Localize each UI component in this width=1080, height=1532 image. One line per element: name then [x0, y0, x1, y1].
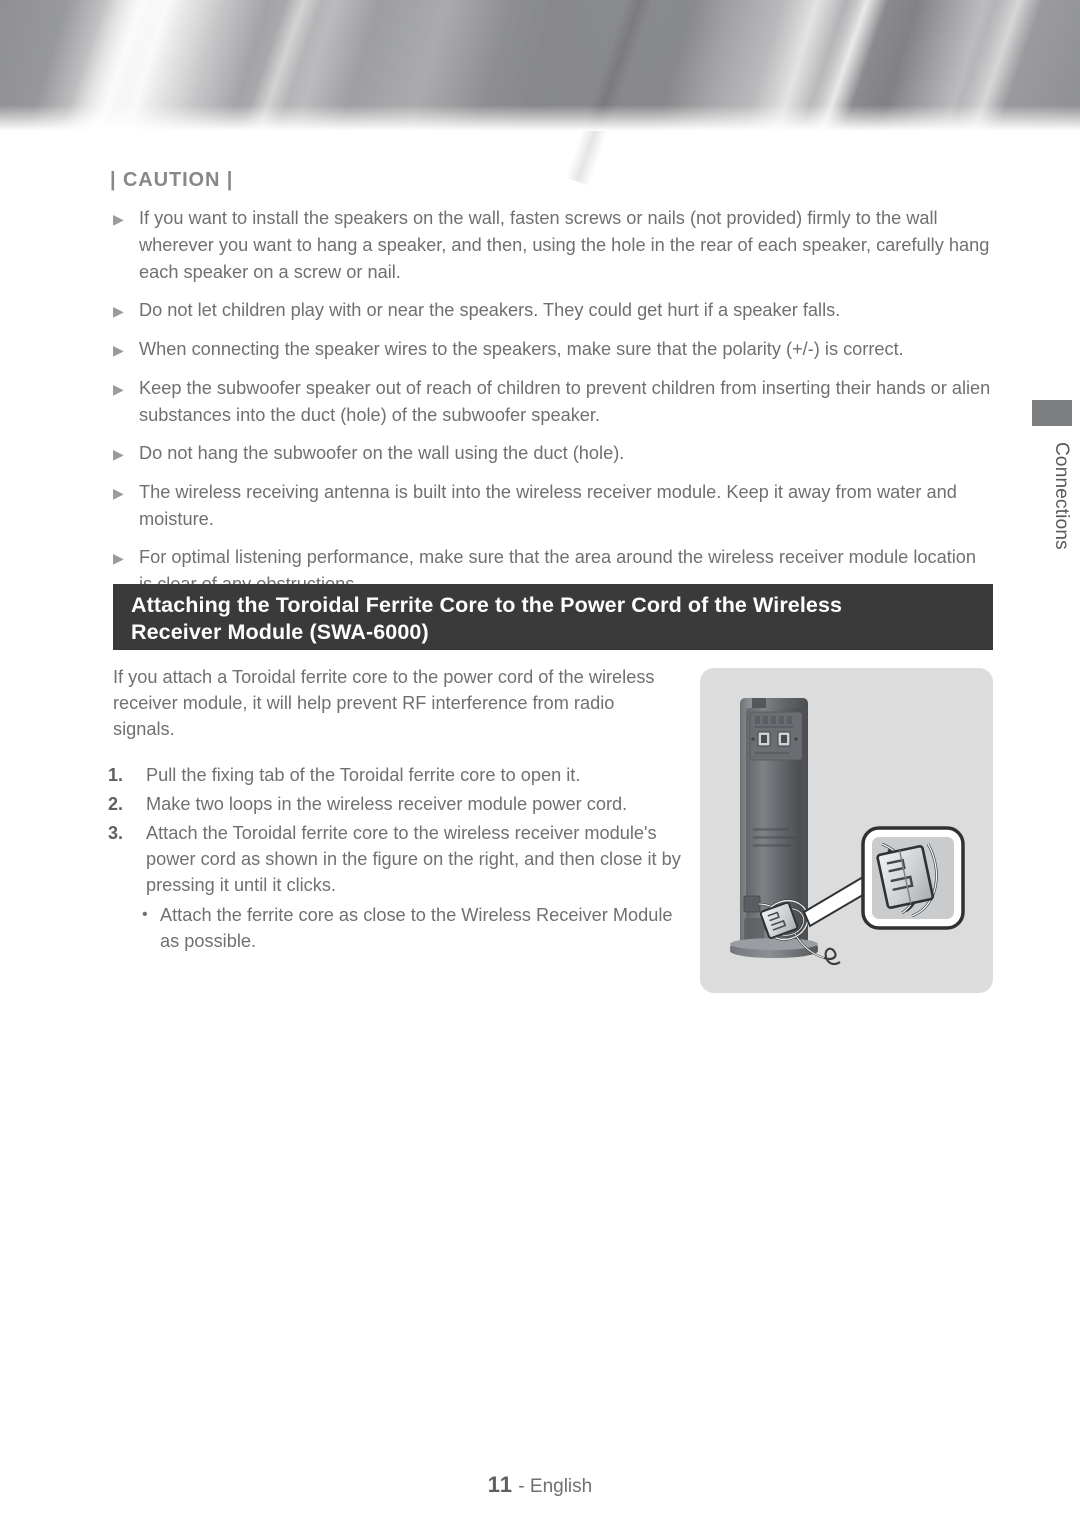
page-footer: 11 - English — [0, 1472, 1080, 1498]
ferrite-core-detail — [876, 845, 935, 909]
step-number: 3. — [108, 823, 124, 843]
section-intro-paragraph: If you attach a Toroidal ferrite core to… — [113, 667, 655, 739]
list-item: ▶ Do not hang the subwoofer on the wall … — [113, 440, 993, 468]
list-item: ▶ If you want to install the speakers on… — [113, 205, 993, 286]
list-item-text: When connecting the speaker wires to the… — [139, 339, 904, 359]
caution-list: ▶ If you want to install the speakers on… — [113, 205, 993, 648]
triangle-bullet-icon: ▶ — [113, 303, 124, 319]
page-number: 11 — [487, 1472, 514, 1497]
triangle-bullet-icon: ▶ — [113, 485, 124, 501]
list-item: ▶ When connecting the speaker wires to t… — [113, 336, 993, 364]
wireless-receiver-module-illustration — [730, 698, 965, 966]
banner-highlight-streak — [785, 0, 898, 191]
section-side-tab: Connections — [1032, 400, 1072, 550]
step-number: 2. — [108, 794, 124, 814]
footer-language: English — [529, 1476, 593, 1497]
caution-heading: | CAUTION | — [110, 169, 234, 191]
section-header-bar: Attaching the Toroidal Ferrite Core to t… — [113, 584, 993, 650]
list-item-text: Do not hang the subwoofer on the wall us… — [139, 443, 625, 463]
page-header-banner — [0, 0, 1080, 201]
step-number: 1. — [108, 765, 124, 785]
banner-shadow-streak — [565, 0, 665, 186]
step-text: Pull the fixing tab of the Toroidal ferr… — [146, 765, 581, 785]
footer-separator: - — [513, 1476, 530, 1497]
step-text: Make two loops in the wireless receiver … — [146, 794, 628, 814]
triangle-bullet-icon: ▶ — [113, 211, 124, 227]
list-item-text: The wireless receiving antenna is built … — [139, 482, 957, 529]
callout-detail-box — [861, 826, 965, 930]
figure-panel — [700, 668, 993, 993]
round-bullet-icon: • — [142, 906, 148, 923]
triangle-bullet-icon: ▶ — [113, 381, 124, 397]
list-item: ▶ The wireless receiving antenna is buil… — [113, 479, 993, 533]
list-item-text: Do not let children play with or near th… — [139, 300, 841, 320]
banner-bottom-fade — [0, 105, 1080, 131]
list-item-text: If you want to install the speakers on t… — [139, 208, 990, 282]
instruction-steps: 1. Pull the fixing tab of the Toroidal f… — [104, 762, 689, 954]
list-item: 3. Attach the Toroidal ferrite core to t… — [104, 820, 689, 898]
manual-page: Connections | CAUTION | ▶ If you want to… — [0, 0, 1080, 1532]
list-item: ▶ Keep the subwoofer speaker out of reac… — [113, 375, 993, 429]
list-item-text: Keep the subwoofer speaker out of reach … — [139, 378, 991, 425]
warning-label-print — [753, 828, 795, 847]
substep-text: Attach the ferrite core as close to the … — [160, 905, 673, 951]
step-text: Attach the Toroidal ferrite core to the … — [146, 823, 681, 895]
list-item: 1. Pull the fixing tab of the Toroidal f… — [104, 762, 689, 788]
triangle-bullet-icon: ▶ — [113, 342, 124, 358]
side-tab-marker — [1032, 400, 1072, 426]
list-item: • Attach the ferrite core as close to th… — [142, 902, 689, 954]
side-tab-label: Connections — [1051, 442, 1072, 550]
section-title-line-2: Receiver Module (SWA-6000) — [131, 620, 429, 644]
banner-highlight-streak — [225, 0, 333, 189]
list-item: ▶ Do not let children play with or near … — [113, 297, 993, 325]
section-title-line-1: Attaching the Toroidal Ferrite Core to t… — [131, 593, 843, 617]
banner-highlight-streak — [935, 0, 1052, 192]
triangle-bullet-icon: ▶ — [113, 446, 124, 462]
list-item: 2. Make two loops in the wireless receiv… — [104, 791, 689, 817]
